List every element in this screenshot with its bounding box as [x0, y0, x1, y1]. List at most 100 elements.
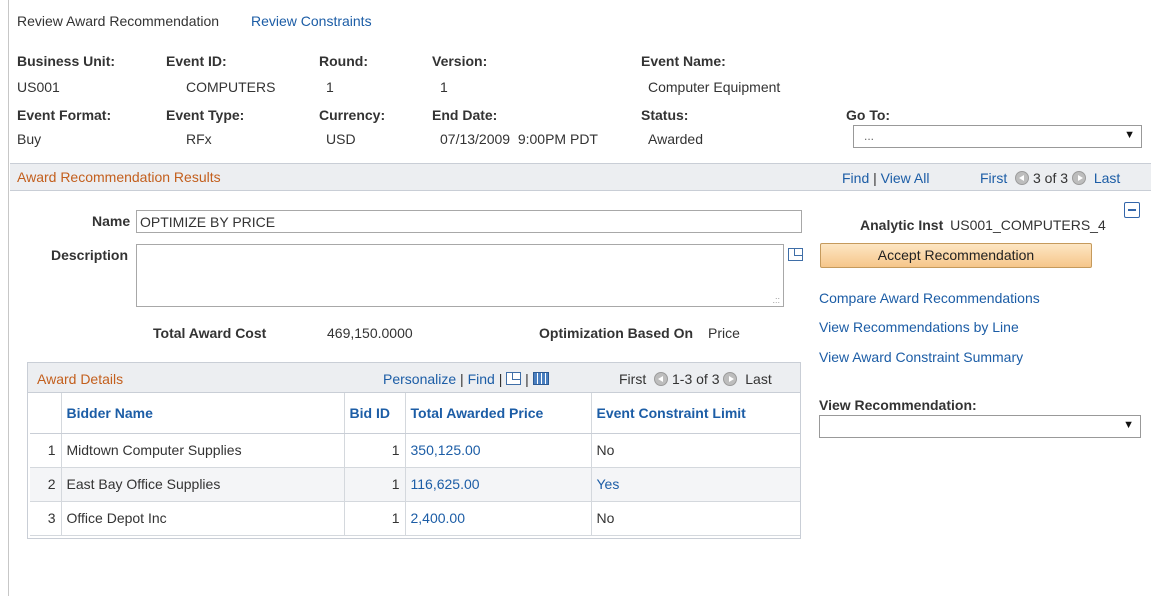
description-field[interactable]: .:: — [136, 244, 784, 307]
total-awarded-price-link[interactable]: 350,125.00 — [404, 433, 591, 468]
goto-select[interactable]: ... ▼ — [853, 125, 1142, 148]
compare-award-recommendations-link[interactable]: Compare Award Recommendations — [819, 290, 1040, 306]
tab-review-award-recommendation[interactable]: Review Award Recommendation — [17, 13, 219, 29]
event-constraint-limit-link[interactable]: Yes — [590, 467, 800, 502]
goto-label: Go To: — [846, 107, 891, 123]
collapse-icon[interactable] — [1124, 202, 1140, 218]
column-header-total-awarded-price[interactable]: Total Awarded Price — [404, 393, 591, 434]
event-id-value: COMPUTERS — [186, 79, 276, 95]
award-details-grid: Award Details Personalize | Find | | Fir… — [27, 362, 801, 539]
grid-toolbar: Personalize | Find | | — [383, 371, 549, 387]
row-number: 2 — [30, 467, 61, 502]
personalize-link[interactable]: Personalize — [383, 371, 456, 387]
section-nav: Find | View All — [842, 170, 929, 186]
column-header-bidder-name[interactable]: Bidder Name — [60, 393, 344, 434]
new-window-icon[interactable] — [506, 372, 522, 385]
award-recommendation-results-header: Award Recommendation Results Find | View… — [10, 163, 1151, 191]
tab-review-constraints[interactable]: Review Constraints — [251, 13, 372, 29]
chevron-down-icon: ▼ — [1124, 129, 1135, 141]
total-awarded-price-link[interactable]: 116,625.00 — [404, 467, 591, 502]
round-label: Round: — [319, 53, 368, 69]
row-number: 1 — [30, 433, 61, 468]
view-award-constraint-summary-link[interactable]: View Award Constraint Summary — [819, 349, 1023, 365]
row-number-header — [30, 393, 61, 434]
event-format-value: Buy — [17, 131, 42, 147]
total-award-cost-value: 469,150.0000 — [327, 325, 413, 341]
grid-first-label: First — [619, 371, 647, 387]
goto-select-value: ... — [864, 129, 875, 143]
bidder-name-cell: Office Depot Inc — [60, 501, 344, 536]
table-row: 3 Office Depot Inc 1 2,400.00 No — [30, 501, 800, 536]
event-name-value: Computer Equipment — [648, 79, 781, 95]
name-label: Name — [92, 213, 131, 229]
bidder-name-cell: East Bay Office Supplies — [60, 467, 344, 502]
grid-pager: First 1-3 of 3 Last — [619, 371, 772, 387]
table-row: 2 East Bay Office Supplies 1 116,625.00 … — [30, 467, 800, 502]
name-field-value: OPTIMIZE BY PRICE — [140, 214, 276, 230]
previous-icon[interactable] — [1015, 171, 1030, 185]
separator: | — [460, 371, 468, 387]
currency-label: Currency: — [319, 107, 386, 123]
optimization-based-on-label: Optimization Based On — [539, 325, 694, 341]
event-type-value: RFx — [186, 131, 212, 147]
column-header-event-constraint-limit[interactable]: Event Constraint Limit — [590, 393, 800, 434]
find-link[interactable]: Find — [842, 170, 869, 186]
next-icon[interactable] — [723, 372, 738, 386]
award-details-title: Award Details — [37, 371, 124, 387]
status-label: Status: — [641, 107, 689, 123]
event-type-label: Event Type: — [166, 107, 245, 123]
bid-id-cell: 1 — [343, 467, 405, 502]
award-details-header: Award Details Personalize | Find | | Fir… — [28, 363, 800, 393]
accept-recommendation-button[interactable]: Accept Recommendation — [820, 243, 1092, 268]
event-format-label: Event Format: — [17, 107, 112, 123]
optimization-based-on-value: Price — [708, 325, 740, 341]
analytic-inst-label: Analytic Inst — [860, 217, 944, 233]
last-link[interactable]: Last — [1094, 170, 1120, 186]
analytic-inst-value: US001_COMPUTERS_4 — [950, 217, 1106, 233]
bid-id-cell: 1 — [343, 501, 405, 536]
table-row: 1 Midtown Computer Supplies 1 350,125.00… — [30, 433, 800, 468]
event-id-label: Event ID: — [166, 53, 227, 69]
version-value: 1 — [440, 79, 448, 95]
view-recommendations-by-line-link[interactable]: View Recommendations by Line — [819, 319, 1019, 335]
business-unit-label: Business Unit: — [17, 53, 116, 69]
section-title: Award Recommendation Results — [17, 169, 221, 185]
separator: | — [525, 371, 533, 387]
bidder-name-cell: Midtown Computer Supplies — [60, 433, 344, 468]
description-label: Description — [51, 247, 129, 263]
chevron-down-icon: ▼ — [1123, 419, 1134, 431]
view-all-link[interactable]: View All — [881, 170, 930, 186]
round-value: 1 — [326, 79, 334, 95]
previous-icon[interactable] — [654, 372, 669, 386]
section-pager: First 3 of 3 Last — [980, 170, 1120, 186]
resize-grip-icon[interactable]: .:: — [772, 295, 780, 305]
status-value: Awarded — [648, 131, 704, 147]
bid-id-cell: 1 — [343, 433, 405, 468]
expand-popup-icon[interactable] — [788, 248, 803, 261]
end-date-value: 07/13/2009 9:00PM PDT — [440, 131, 598, 147]
total-award-cost-label: Total Award Cost — [153, 325, 267, 341]
spreadsheet-icon[interactable] — [532, 372, 549, 385]
grid-find-link[interactable]: Find — [468, 371, 495, 387]
name-field[interactable]: OPTIMIZE BY PRICE — [136, 210, 802, 233]
grid-last-label: Last — [745, 371, 772, 387]
event-constraint-limit-cell: No — [590, 501, 800, 536]
total-awarded-price-link[interactable]: 2,400.00 — [404, 501, 591, 536]
view-recommendation-label: View Recommendation: — [819, 397, 977, 413]
row-number: 3 — [30, 501, 61, 536]
end-date-label: End Date: — [432, 107, 498, 123]
view-recommendation-select[interactable]: ▼ — [819, 415, 1141, 438]
business-unit-value: US001 — [17, 79, 60, 95]
separator: | — [873, 170, 881, 186]
first-link[interactable]: First — [980, 170, 1007, 186]
next-icon[interactable] — [1071, 171, 1086, 185]
row-count: 3 of 3 — [1033, 170, 1069, 186]
currency-value: USD — [326, 131, 356, 147]
event-constraint-limit-cell: No — [590, 433, 800, 468]
separator: | — [498, 371, 507, 387]
column-header-bid-id[interactable]: Bid ID — [343, 393, 405, 434]
award-details-table: Bidder Name Bid ID Total Awarded Price E… — [30, 393, 800, 536]
tab-bar: Review Award Recommendation Review Const… — [17, 13, 372, 29]
grid-row-count: 1-3 of 3 — [672, 371, 720, 387]
version-label: Version: — [432, 53, 488, 69]
